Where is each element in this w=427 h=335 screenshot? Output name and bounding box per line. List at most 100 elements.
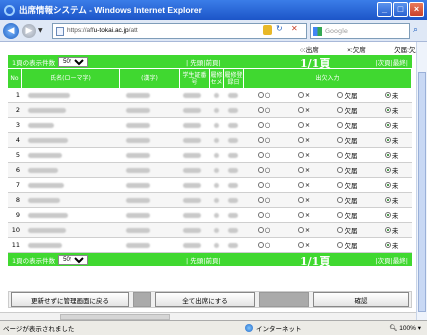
option-none[interactable]: 未 xyxy=(384,165,398,175)
back-button[interactable]: 更新せずに管理画面に戻る xyxy=(11,292,129,307)
radio-none[interactable] xyxy=(384,137,391,143)
option-present[interactable]: ○ xyxy=(257,226,270,234)
radio-none[interactable] xyxy=(384,92,391,98)
option-none[interactable]: 未 xyxy=(384,120,398,130)
first-prev-links[interactable]: | 先頭|前頁| xyxy=(186,57,221,67)
radio-present[interactable] xyxy=(257,182,264,188)
radio-present[interactable] xyxy=(257,92,264,98)
option-absent[interactable]: × xyxy=(297,106,310,114)
option-notice[interactable]: 欠届 xyxy=(337,195,357,205)
radio-absent[interactable] xyxy=(297,212,304,218)
radio-notice[interactable] xyxy=(337,152,344,158)
back-arrow-icon[interactable]: ◀ xyxy=(3,22,19,39)
radio-present[interactable] xyxy=(257,137,264,143)
radio-notice[interactable] xyxy=(337,137,344,143)
minimize-button[interactable]: _ xyxy=(377,2,392,17)
radio-present[interactable] xyxy=(257,212,264,218)
radio-absent[interactable] xyxy=(297,107,304,113)
radio-none[interactable] xyxy=(384,107,391,113)
option-present[interactable]: ○ xyxy=(257,91,270,99)
radio-absent[interactable] xyxy=(297,92,304,98)
confirm-button[interactable]: 確認 xyxy=(313,292,409,307)
all-present-button[interactable]: 全て出席にする xyxy=(155,292,255,307)
radio-absent[interactable] xyxy=(297,167,304,173)
radio-present[interactable] xyxy=(257,122,264,128)
radio-absent[interactable] xyxy=(297,137,304,143)
refresh-icon[interactable]: ↻ xyxy=(276,24,283,33)
maximize-button[interactable]: □ xyxy=(393,2,408,17)
option-present[interactable]: ○ xyxy=(257,121,270,129)
option-absent[interactable]: × xyxy=(297,226,310,234)
option-present[interactable]: ○ xyxy=(257,181,270,189)
radio-none[interactable] xyxy=(384,167,391,173)
option-absent[interactable]: × xyxy=(297,166,310,174)
radio-present[interactable] xyxy=(257,167,264,173)
option-absent[interactable]: × xyxy=(297,241,310,249)
zoom-level[interactable]: 🔍︎ 100% ▾ xyxy=(389,324,421,332)
option-present[interactable]: ○ xyxy=(257,241,270,249)
option-none[interactable]: 未 xyxy=(384,240,398,250)
next-last-links-bottom[interactable]: |次頁|最終| xyxy=(375,255,408,265)
option-present[interactable]: ○ xyxy=(257,151,270,159)
option-none[interactable]: 未 xyxy=(384,90,398,100)
next-last-links[interactable]: |次頁|最終| xyxy=(375,57,408,67)
option-present[interactable]: ○ xyxy=(257,166,270,174)
radio-notice[interactable] xyxy=(337,182,344,188)
radio-absent[interactable] xyxy=(297,122,304,128)
vertical-scrollbar[interactable] xyxy=(416,42,427,320)
close-button[interactable]: × xyxy=(409,2,424,17)
radio-notice[interactable] xyxy=(337,167,344,173)
radio-notice[interactable] xyxy=(337,197,344,203)
option-none[interactable]: 未 xyxy=(384,210,398,220)
search-icon[interactable]: ⌕ xyxy=(413,25,418,35)
option-present[interactable]: ○ xyxy=(257,136,270,144)
option-absent[interactable]: × xyxy=(297,211,310,219)
radio-present[interactable] xyxy=(257,227,264,233)
option-notice[interactable]: 欠届 xyxy=(337,135,357,145)
search-input[interactable]: Google xyxy=(310,23,410,39)
radio-none[interactable] xyxy=(384,122,391,128)
option-none[interactable]: 未 xyxy=(384,150,398,160)
radio-none[interactable] xyxy=(384,227,391,233)
radio-present[interactable] xyxy=(257,197,264,203)
radio-notice[interactable] xyxy=(337,227,344,233)
radio-absent[interactable] xyxy=(297,152,304,158)
option-notice[interactable]: 欠届 xyxy=(337,90,357,100)
option-notice[interactable]: 欠届 xyxy=(337,240,357,250)
option-absent[interactable]: × xyxy=(297,136,310,144)
option-present[interactable]: ○ xyxy=(257,211,270,219)
option-absent[interactable]: × xyxy=(297,196,310,204)
option-notice[interactable]: 欠届 xyxy=(337,210,357,220)
option-present[interactable]: ○ xyxy=(257,196,270,204)
option-notice[interactable]: 欠届 xyxy=(337,150,357,160)
option-absent[interactable]: × xyxy=(297,91,310,99)
radio-none[interactable] xyxy=(384,152,391,158)
radio-notice[interactable] xyxy=(337,122,344,128)
option-notice[interactable]: 欠届 xyxy=(337,180,357,190)
option-absent[interactable]: × xyxy=(297,151,310,159)
radio-absent[interactable] xyxy=(297,182,304,188)
option-none[interactable]: 未 xyxy=(384,105,398,115)
stop-icon[interactable]: ✕ xyxy=(291,24,298,33)
option-notice[interactable]: 欠届 xyxy=(337,165,357,175)
radio-none[interactable] xyxy=(384,242,391,248)
option-none[interactable]: 未 xyxy=(384,180,398,190)
radio-none[interactable] xyxy=(384,212,391,218)
radio-none[interactable] xyxy=(384,182,391,188)
radio-absent[interactable] xyxy=(297,197,304,203)
radio-absent[interactable] xyxy=(297,227,304,233)
first-prev-links-bottom[interactable]: | 先頭|前頁| xyxy=(186,255,221,265)
option-none[interactable]: 未 xyxy=(384,195,398,205)
option-absent[interactable]: × xyxy=(297,181,310,189)
option-none[interactable]: 未 xyxy=(384,135,398,145)
option-notice[interactable]: 欠届 xyxy=(337,105,357,115)
radio-present[interactable] xyxy=(257,242,264,248)
radio-notice[interactable] xyxy=(337,212,344,218)
forward-arrow-icon[interactable]: ▶ xyxy=(22,23,36,38)
option-absent[interactable]: × xyxy=(297,121,310,129)
option-notice[interactable]: 欠届 xyxy=(337,225,357,235)
option-notice[interactable]: 欠届 xyxy=(337,120,357,130)
option-none[interactable]: 未 xyxy=(384,225,398,235)
radio-present[interactable] xyxy=(257,107,264,113)
radio-present[interactable] xyxy=(257,152,264,158)
